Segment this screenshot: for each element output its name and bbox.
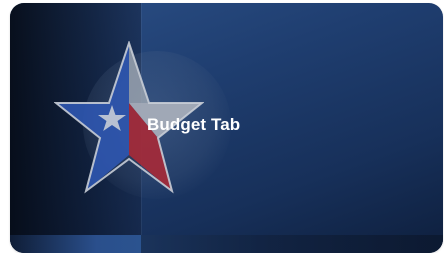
card-bottom-strip-shade [141,235,443,253]
budget-tab-card[interactable]: Budget Tab [10,3,443,253]
card-title: Budget Tab [147,115,241,134]
